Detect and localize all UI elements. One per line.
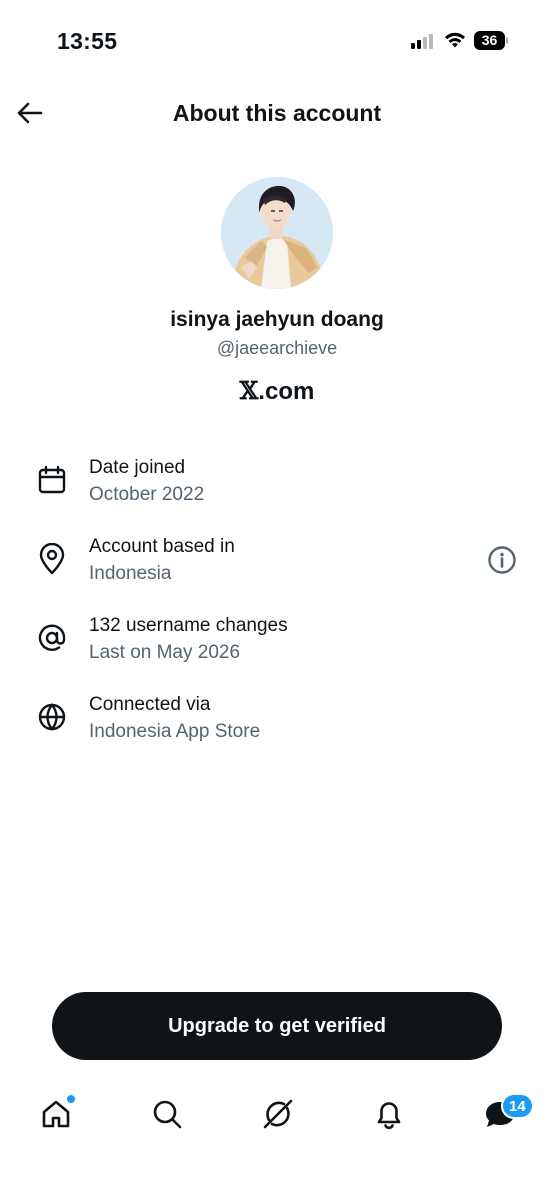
tab-home[interactable] (34, 1092, 78, 1136)
domain-suffix: .com (258, 378, 315, 405)
home-notification-dot (67, 1095, 75, 1103)
info-value: Indonesia App Store (89, 721, 261, 742)
calendar-icon (36, 464, 68, 496)
status-bar: 13:55 36 (0, 0, 554, 80)
info-button[interactable] (486, 544, 518, 576)
username-handle: @jaeearchieve (216, 338, 338, 358)
avatar[interactable] (221, 177, 333, 289)
tab-grok[interactable] (256, 1092, 300, 1136)
tab-search[interactable] (145, 1092, 189, 1136)
x-logo-glyph: 𝕏 (239, 376, 259, 405)
upgrade-verified-button[interactable]: Upgrade to get verified (52, 992, 502, 1060)
at-sign-icon (36, 622, 68, 654)
bottom-tab-bar (0, 1082, 554, 1152)
signal-icon (411, 33, 437, 49)
info-row-connected-via: Connected via Indonesia App Store (0, 689, 554, 768)
globe-icon (36, 701, 68, 733)
status-time: 13:55 (57, 28, 118, 54)
wifi-icon (445, 32, 465, 48)
info-row-account-based-in: Account based in Indonesia (0, 531, 554, 610)
info-value: Indonesia (89, 563, 172, 584)
tab-notifications[interactable] (367, 1092, 411, 1136)
battery-level: 36 (481, 32, 498, 48)
info-label: Date joined (89, 457, 186, 478)
info-label: Account based in (89, 536, 235, 557)
notifications-icon (377, 1102, 401, 1130)
display-name: isinya jaehyun doang (170, 308, 384, 331)
home-icon (42, 1100, 70, 1128)
page-title: About this account (172, 100, 382, 126)
info-value: October 2022 (89, 484, 205, 505)
grok-icon (263, 1099, 293, 1129)
domain-label: 𝕏.com (0, 376, 554, 406)
avatar-image (221, 177, 333, 289)
info-label: 132 username changes (89, 615, 288, 636)
battery-icon: 36 (474, 31, 508, 50)
info-label: Connected via (89, 694, 211, 715)
header: About this account (0, 80, 554, 150)
location-pin-icon (36, 543, 68, 575)
messages-badge: 14 (501, 1093, 534, 1119)
info-value: Last on May 2026 (89, 642, 241, 663)
search-icon (153, 1100, 182, 1129)
account-info-list: Date joined October 2022 Account based i… (0, 452, 554, 768)
info-row-username-changes: 132 username changes Last on May 2026 (0, 610, 554, 689)
info-row-date-joined: Date joined October 2022 (0, 452, 554, 531)
info-icon (488, 546, 516, 574)
